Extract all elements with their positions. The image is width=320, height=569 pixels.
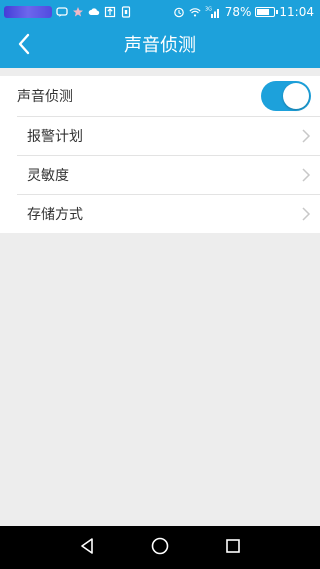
- signal-icon: 3G: [205, 6, 221, 18]
- chevron-left-icon: [17, 33, 31, 59]
- chevron-right-icon: [300, 207, 312, 221]
- page-title: 声音侦测: [124, 35, 196, 56]
- battery-fill: [257, 9, 270, 15]
- back-triangle-icon: [79, 537, 95, 559]
- battery-icon: [255, 7, 279, 17]
- settings-item-label: 灵敏度: [27, 168, 69, 184]
- settings-card: 声音侦测 报警计划 灵敏度 存储方式: [0, 76, 320, 233]
- sound-detection-toggle[interactable]: [261, 81, 311, 111]
- upload-icon: [104, 6, 116, 18]
- nav-recents-button[interactable]: [213, 528, 253, 568]
- sim-icon: [120, 6, 132, 18]
- toggle-knob: [283, 83, 309, 109]
- signal-label-3g: 3G: [205, 7, 212, 13]
- settings-item-label: 存储方式: [27, 207, 83, 223]
- status-bar-notifications: [4, 4, 132, 20]
- wifi-icon: [189, 6, 201, 18]
- nav-back-button[interactable]: [67, 528, 107, 568]
- system-nav-bar: [0, 526, 320, 569]
- chat-icon: [56, 6, 68, 18]
- clock: 11:04: [279, 5, 314, 19]
- battery-percent: 78%: [224, 5, 252, 19]
- nav-home-button[interactable]: [140, 528, 180, 568]
- settings-item-storage-method[interactable]: 存储方式: [17, 194, 320, 233]
- recents-square-icon: [225, 538, 241, 558]
- status-bar-system: 3G 78% 11:04: [173, 3, 314, 21]
- back-button[interactable]: [4, 26, 44, 66]
- app-header: 声音侦测: [0, 24, 320, 68]
- settings-item-label: 报警计划: [27, 129, 83, 145]
- home-circle-icon: [151, 537, 169, 559]
- status-bar: 3G 78% 11:04: [0, 0, 320, 24]
- sound-detection-label: 声音侦测: [17, 89, 73, 105]
- star-icon: [72, 6, 84, 18]
- settings-item-alarm-schedule[interactable]: 报警计划: [17, 116, 320, 155]
- chevron-right-icon: [300, 168, 312, 182]
- chevron-right-icon: [300, 129, 312, 143]
- sound-detection-row: 声音侦测: [0, 76, 320, 116]
- alarm-icon: [173, 6, 185, 18]
- blurred-notification: [4, 6, 52, 18]
- cloud-icon: [88, 6, 100, 18]
- settings-item-sensitivity[interactable]: 灵敏度: [17, 155, 320, 194]
